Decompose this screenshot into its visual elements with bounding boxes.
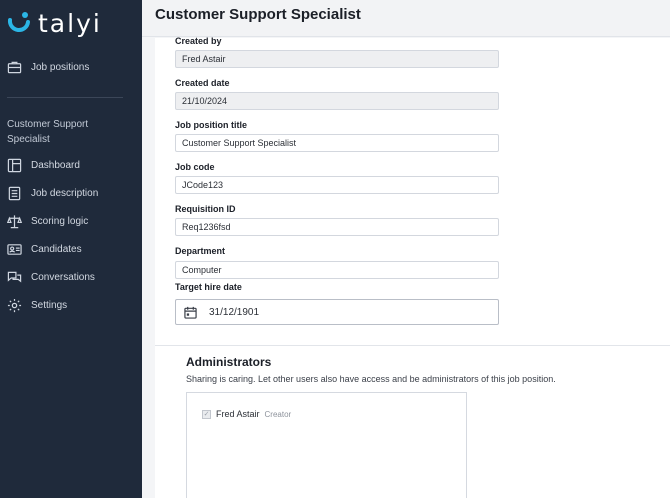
target-hire-date-input[interactable]: 31/12/1901 <box>175 299 499 325</box>
created-date-field: 21/10/2024 <box>175 92 499 110</box>
administrator-item: ✓ Fred Astair Creator <box>202 409 291 419</box>
sidebar-item-dashboard[interactable]: Dashboard <box>7 155 80 175</box>
calendar-icon[interactable] <box>184 306 197 319</box>
department-label: Department <box>175 246 226 256</box>
job-code-input[interactable]: JCode123 <box>175 176 499 194</box>
job-title-label: Job position title <box>175 120 247 130</box>
administrator-checkbox[interactable]: ✓ <box>202 409 211 419</box>
briefcase-icon <box>7 61 22 73</box>
sidebar: talyi Job positions Customer Support Spe… <box>0 0 142 498</box>
sidebar-divider <box>7 97 123 98</box>
sidebar-item-job-description[interactable]: Job description <box>7 183 98 203</box>
sidebar-item-job-positions[interactable]: Job positions <box>7 57 89 77</box>
chat-icon <box>7 271 22 283</box>
administrator-name: Fred Astair <box>216 409 260 419</box>
target-hire-date-label: Target hire date <box>175 282 242 292</box>
sidebar-item-settings[interactable]: Settings <box>7 295 67 315</box>
job-code-label: Job code <box>175 162 215 172</box>
sidebar-item-label: Job description <box>31 187 99 199</box>
sidebar-item-candidates[interactable]: Candidates <box>7 239 82 259</box>
administrators-description: Sharing is caring. Let other users also … <box>186 374 556 384</box>
administrator-role: Creator <box>264 409 292 419</box>
sidebar-item-label: Scoring logic <box>31 215 89 227</box>
sidebar-item-label: Conversations <box>31 271 95 283</box>
requisition-id-input[interactable]: Req1236fsd <box>175 218 499 236</box>
created-by-label: Created by <box>175 36 222 46</box>
gear-icon <box>7 298 22 312</box>
talyi-logo-icon <box>7 12 30 32</box>
sidebar-item-conversations[interactable]: Conversations <box>7 267 95 287</box>
id-card-icon <box>7 243 22 255</box>
sidebar-item-scoring-logic[interactable]: Scoring logic <box>7 211 88 231</box>
app-logo[interactable]: talyi <box>6 8 102 38</box>
page-header: Customer Support Specialist <box>142 0 670 37</box>
sidebar-item-label: Candidates <box>31 243 82 255</box>
scale-icon <box>7 214 22 228</box>
target-hire-date-value: 31/12/1901 <box>209 306 260 318</box>
sidebar-section-title: Customer Support Specialist <box>7 119 89 145</box>
created-by-field: Fred Astair <box>175 50 499 68</box>
sidebar-item-label: Settings <box>31 299 68 311</box>
document-icon <box>8 186 21 200</box>
administrators-list <box>186 392 467 498</box>
content-gutter <box>142 38 155 498</box>
requisition-id-label: Requisition ID <box>175 204 236 214</box>
department-input[interactable]: Computer <box>175 261 499 279</box>
page-title: Customer Support Specialist <box>155 6 361 23</box>
job-title-input[interactable]: Customer Support Specialist <box>175 134 499 152</box>
administrators-title: Administrators <box>186 355 272 369</box>
created-date-label: Created date <box>175 78 230 88</box>
app-name: talyi <box>38 8 102 38</box>
sidebar-item-label: Dashboard <box>31 159 80 171</box>
dashboard-icon <box>7 158 22 172</box>
sidebar-item-label: Job positions <box>31 61 90 73</box>
